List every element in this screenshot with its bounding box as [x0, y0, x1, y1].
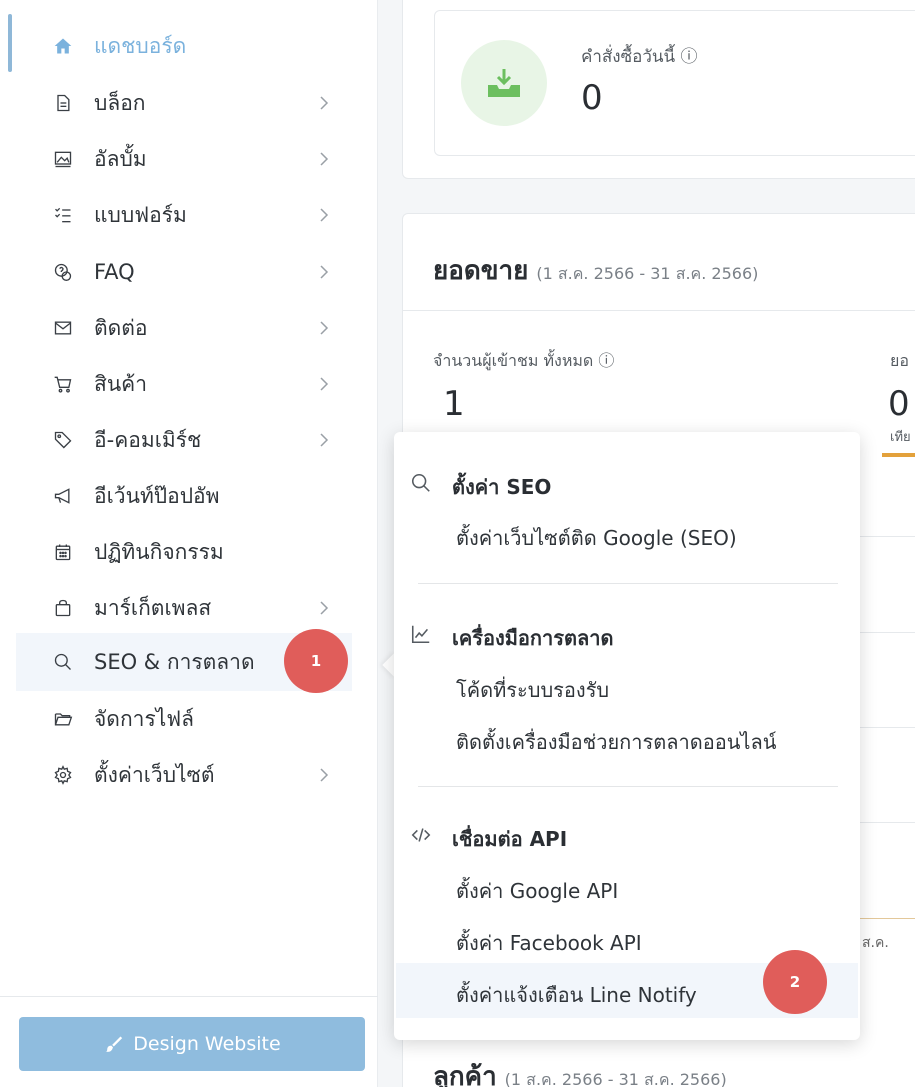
- seo-settings-heading: ตั้งค่า SEO: [452, 475, 552, 499]
- tag-icon: [52, 429, 74, 451]
- right-metric-value: 0: [888, 384, 910, 424]
- design-website-label: Design Website: [133, 1033, 281, 1055]
- supported-code-link[interactable]: โค้ดที่ระบบรองรับ: [456, 674, 609, 706]
- axis-tick-label: ส.ค.: [862, 935, 889, 951]
- active-indicator: [8, 14, 12, 72]
- shopping-bag-icon: [52, 597, 74, 619]
- google-api-link[interactable]: ตั้งค่า Google API: [456, 875, 618, 907]
- divider: [860, 727, 915, 728]
- chevron-right-icon: [318, 599, 330, 617]
- search-icon: [409, 471, 433, 495]
- divider: [860, 536, 915, 537]
- sidebar-item-blog[interactable]: บล็อก: [16, 74, 352, 132]
- chevron-right-icon: [318, 431, 330, 449]
- sidebar-divider: [0, 996, 378, 997]
- marketing-tools-heading: เครื่องมือการตลาด: [452, 626, 614, 650]
- customers-date-range: (1 ส.ค. 2566 - 31 ส.ค. 2566): [504, 1070, 727, 1087]
- sidebar-item-label: สินค้า: [94, 371, 148, 396]
- orders-today-label: คำสั่งซื้อวันนี้ ⓘ: [581, 47, 698, 67]
- visitors-label: จำนวนผู้เข้าชม ทั้งหมด ⓘ: [433, 351, 615, 370]
- sidebar-item-label: แดชบอร์ด: [94, 33, 187, 58]
- sidebar-item-album[interactable]: อัลบั้ม: [16, 130, 352, 188]
- popover-divider: [418, 583, 838, 584]
- calendar-icon: [52, 541, 74, 563]
- orders-today-value: 0: [581, 78, 603, 118]
- search-icon: [52, 651, 74, 673]
- chevron-right-icon: [318, 375, 330, 393]
- sidebar-item-site-settings[interactable]: ตั้งค่าเว็บไซต์: [16, 746, 352, 804]
- image-icon: [52, 148, 74, 170]
- sidebar-item-products[interactable]: สินค้า: [16, 355, 352, 413]
- design-website-button[interactable]: Design Website: [19, 1017, 365, 1071]
- megaphone-icon: [52, 485, 74, 507]
- customers-title-text: ลูกค้า: [433, 1062, 497, 1087]
- popover-divider: [418, 786, 838, 787]
- divider: [402, 310, 915, 311]
- step-badge-2: 2: [763, 950, 827, 1014]
- sidebar-item-label: ตั้งค่าเว็บไซต์: [94, 762, 215, 787]
- sales-title: ยอดขาย (1 ส.ค. 2566 - 31 ส.ค. 2566): [433, 250, 758, 291]
- customers-title: ลูกค้า (1 ส.ค. 2566 - 31 ส.ค. 2566): [433, 1056, 727, 1087]
- chevron-right-icon: [318, 263, 330, 281]
- sidebar: แดชบอร์ด บล็อก อัลบั้ม แบบฟอร์ม FAQ ติดต…: [0, 0, 378, 1087]
- chevron-right-icon: [318, 766, 330, 784]
- seo-google-link[interactable]: ตั้งค่าเว็บไซต์ติด Google (SEO): [456, 522, 737, 554]
- sidebar-item-label: FAQ: [94, 260, 135, 284]
- right-metric-label: ยอ: [890, 351, 909, 370]
- chevron-right-icon: [318, 319, 330, 337]
- sidebar-item-label: มาร์เก็ตเพลส: [94, 595, 212, 620]
- sidebar-item-label: อีเว้นท์ป๊อปอัพ: [94, 483, 220, 508]
- chart-axis: [860, 918, 915, 919]
- folder-icon: [52, 708, 74, 730]
- sidebar-item-label: บล็อก: [94, 90, 146, 115]
- envelope-icon: [52, 317, 74, 339]
- chevron-right-icon: [318, 94, 330, 112]
- sidebar-item-label: จัดการไฟล์: [94, 706, 195, 731]
- document-icon: [52, 92, 74, 114]
- step-badge-1: 1: [284, 629, 348, 693]
- home-icon: [52, 35, 74, 57]
- faq-icon: [52, 261, 74, 283]
- divider: [860, 822, 915, 823]
- chevron-right-icon: [318, 206, 330, 224]
- gear-icon: [52, 764, 74, 786]
- sidebar-item-calendar[interactable]: ปฏิทินกิจกรรม: [16, 523, 352, 581]
- sidebar-item-file-manager[interactable]: จัดการไฟล์: [16, 690, 352, 748]
- sidebar-item-marketplace[interactable]: มาร์เก็ตเพลส: [16, 579, 352, 637]
- brush-icon: [103, 1034, 123, 1054]
- divider: [860, 632, 915, 633]
- sales-title-text: ยอดขาย: [433, 256, 529, 286]
- sidebar-item-dashboard[interactable]: แดชบอร์ด: [16, 17, 352, 75]
- visitors-value: 1: [443, 384, 465, 424]
- install-marketing-tools-link[interactable]: ติดตั้งเครื่องมือช่วยการตลาดออนไลน์: [456, 726, 776, 758]
- checklist-icon: [52, 204, 74, 226]
- sidebar-item-form[interactable]: แบบฟอร์ม: [16, 186, 352, 244]
- facebook-api-link[interactable]: ตั้งค่า Facebook API: [456, 927, 642, 959]
- chevron-right-icon: [318, 150, 330, 168]
- cart-icon: [52, 373, 74, 395]
- chart-line-icon: [409, 622, 433, 646]
- sidebar-item-event-popup[interactable]: อีเว้นท์ป๊อปอัพ: [16, 467, 352, 525]
- sidebar-item-ecommerce[interactable]: อี-คอมเมิร์ช: [16, 411, 352, 469]
- inbox-download-icon: [461, 40, 547, 126]
- sidebar-item-label: SEO & การตลาด: [94, 649, 255, 674]
- sidebar-item-faq[interactable]: FAQ: [16, 243, 352, 301]
- progress-bar: [882, 453, 915, 457]
- sales-date-range: (1 ส.ค. 2566 - 31 ส.ค. 2566): [536, 264, 759, 283]
- sidebar-item-label: แบบฟอร์ม: [94, 202, 187, 227]
- right-metric-sub: เทีย: [890, 430, 911, 445]
- code-icon: [409, 823, 433, 847]
- api-connect-heading: เชื่อมต่อ API: [452, 827, 568, 851]
- sidebar-item-label: ติดต่อ: [94, 315, 148, 340]
- sidebar-item-label: อี-คอมเมิร์ช: [94, 427, 202, 452]
- sidebar-item-contact[interactable]: ติดต่อ: [16, 299, 352, 357]
- sidebar-item-label: ปฏิทินกิจกรรม: [94, 539, 224, 564]
- line-notify-link[interactable]: ตั้งค่าแจ้งเตือน Line Notify: [456, 979, 697, 1011]
- sidebar-item-label: อัลบั้ม: [94, 146, 147, 171]
